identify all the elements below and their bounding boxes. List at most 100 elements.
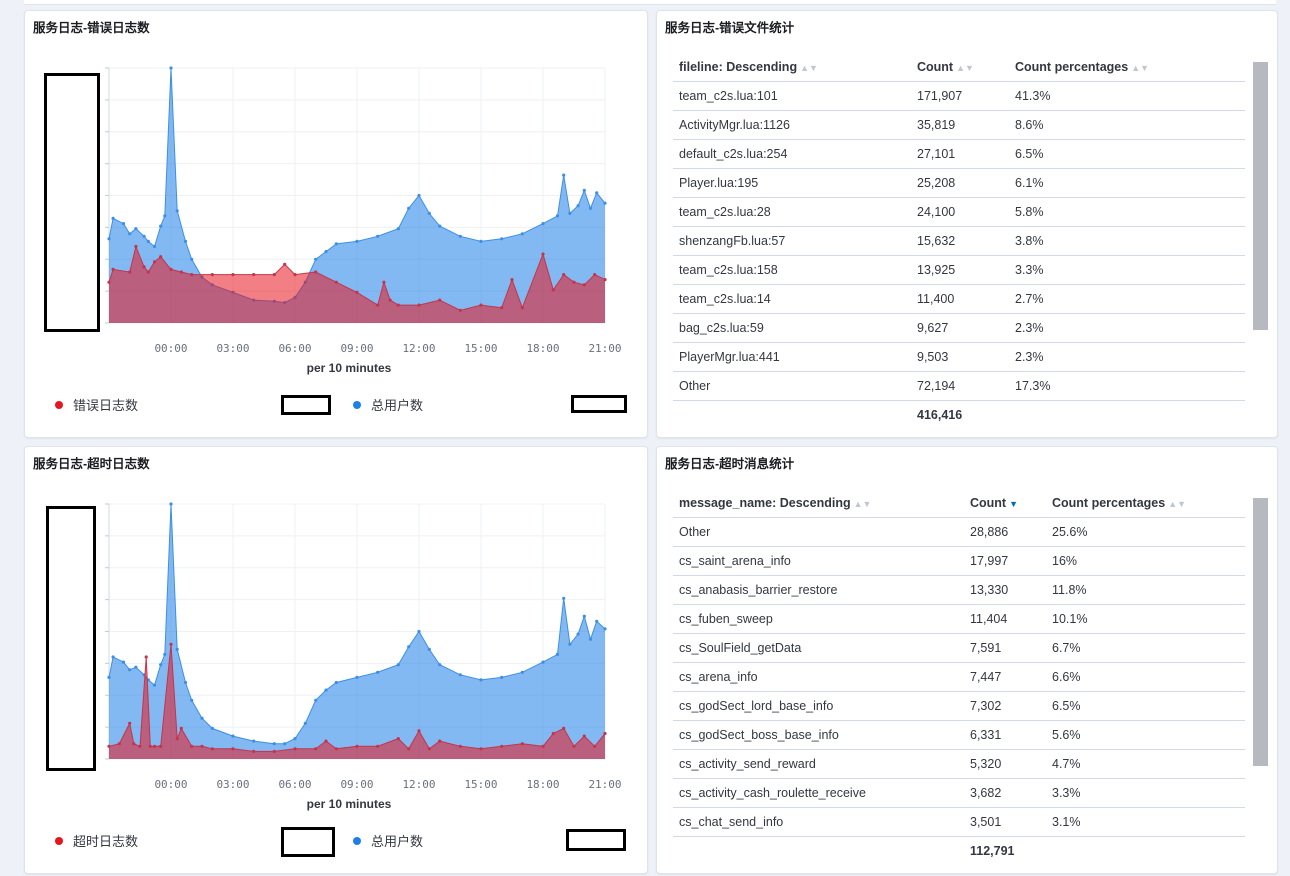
table-row[interactable]: cs_godSect_boss_base_info 6,331 5.6% xyxy=(673,720,1245,750)
data-point xyxy=(396,303,400,307)
table-row[interactable]: cs_chat_send_info 3,501 3.1% xyxy=(673,807,1245,837)
x-tick-label: 09:00 xyxy=(340,342,373,355)
data-point xyxy=(175,737,179,741)
data-point xyxy=(500,675,504,679)
data-point xyxy=(417,729,421,733)
timeout-log-chart[interactable]: 00:00 03:00 06:00 09:00 12:00 15:00 18:00 21:00… xyxy=(25,447,647,817)
data-point xyxy=(603,201,607,205)
data-point xyxy=(107,744,111,748)
data-point xyxy=(576,204,580,208)
data-point xyxy=(603,731,607,736)
table-row[interactable]: cs_anabasis_barrier_restore 13,330 11.8% xyxy=(673,575,1245,605)
table-row[interactable]: cs_SoulField_getData 7,591 6.7% xyxy=(673,633,1245,663)
legend-item-error-count[interactable]: 错误日志数 xyxy=(55,395,138,414)
row-count: 35,819 xyxy=(911,110,1009,140)
x-tick-label: 03:00 xyxy=(216,778,249,791)
redacted-legend-value xyxy=(281,395,331,415)
data-point xyxy=(510,278,514,282)
data-point xyxy=(146,239,150,243)
sort-icon[interactable]: ▲▼ xyxy=(1168,499,1186,509)
data-point xyxy=(500,237,504,241)
row-label: team_c2s.lua:28 xyxy=(673,197,911,227)
redacted-axis-labels xyxy=(46,506,96,771)
legend-item-timeout-count[interactable]: 超时日志数 xyxy=(55,831,138,850)
row-count: 171,907 xyxy=(911,81,1009,111)
data-point xyxy=(593,273,597,277)
legend-item-total-users[interactable]: 总用户数 xyxy=(353,831,423,850)
sort-icon[interactable]: ▲▼ xyxy=(1131,63,1149,73)
table-row[interactable]: cs_saint_arena_info 17,997 16% xyxy=(673,546,1245,576)
table-row[interactable]: cs_activity_send_reward 5,320 4.7% xyxy=(673,749,1245,779)
data-point xyxy=(159,224,163,228)
data-point xyxy=(159,663,163,667)
total-spacer xyxy=(1046,837,1245,866)
data-point xyxy=(334,747,338,751)
table-row[interactable]: cs_godSect_lord_base_info 7,302 6.5% xyxy=(673,691,1245,721)
data-point xyxy=(314,270,318,274)
sort-icon[interactable]: ▲▼ xyxy=(854,499,872,509)
column-header-percentage[interactable]: Count percentages ▲▼ xyxy=(1009,53,1245,82)
top-panel-edge xyxy=(24,0,1276,5)
column-header-message-name[interactable]: message_name: Descending ▲▼ xyxy=(673,489,964,518)
data-point xyxy=(314,747,318,751)
data-point xyxy=(121,660,126,664)
data-point xyxy=(541,252,545,256)
table-row[interactable]: team_c2s.lua:158 13,925 3.3% xyxy=(673,255,1245,285)
data-point xyxy=(396,663,400,667)
sort-icon[interactable]: ▲▼ xyxy=(800,63,818,73)
table-row[interactable]: team_c2s.lua:101 171,907 41.3% xyxy=(673,81,1245,111)
table-row[interactable]: cs_fuben_sweep 11,404 10.1% xyxy=(673,604,1245,634)
data-point xyxy=(314,698,318,702)
table-row[interactable]: team_c2s.lua:28 24,100 5.8% xyxy=(673,197,1245,227)
table-row[interactable]: bag_c2s.lua:59 9,627 2.3% xyxy=(673,313,1245,343)
legend-item-total-users[interactable]: 总用户数 xyxy=(353,395,423,414)
row-percentage: 10.1% xyxy=(1046,604,1245,634)
table-row[interactable]: ActivityMgr.lua:1126 35,819 8.6% xyxy=(673,110,1245,140)
data-point xyxy=(107,237,111,241)
row-percentage: 2.3% xyxy=(1009,313,1245,343)
data-point xyxy=(231,747,235,751)
data-point xyxy=(595,619,599,623)
error-files-table-wrap: fileline: Descending ▲▼ Count ▲▼ Count per… xyxy=(673,53,1245,429)
data-point xyxy=(396,227,400,231)
data-point xyxy=(152,244,157,249)
data-point xyxy=(179,726,183,730)
data-point xyxy=(438,739,442,743)
data-point xyxy=(142,234,146,238)
data-point xyxy=(272,742,276,746)
table-row[interactable]: team_c2s.lua:14 11,400 2.7% xyxy=(673,284,1245,314)
table-row[interactable]: PlayerMgr.lua:441 9,503 2.3% xyxy=(673,342,1245,372)
table-row[interactable]: Player.lua:195 25,208 6.1% xyxy=(673,168,1245,198)
data-point xyxy=(210,747,214,751)
column-header-count[interactable]: Count ▼ xyxy=(964,489,1046,518)
data-point xyxy=(293,273,297,277)
data-point xyxy=(593,744,597,748)
data-point xyxy=(144,655,148,659)
x-tick-label: 06:00 xyxy=(278,778,311,791)
data-point xyxy=(479,747,483,751)
column-header-count[interactable]: Count ▲▼ xyxy=(911,53,1009,82)
table-scrollbar[interactable] xyxy=(1253,498,1268,766)
table-row[interactable]: Other 72,194 17.3% xyxy=(673,371,1245,401)
row-count: 9,503 xyxy=(911,342,1009,372)
data-point xyxy=(582,734,586,738)
row-percentage: 6.7% xyxy=(1046,633,1245,663)
error-log-chart[interactable]: 00:00 03:00 06:00 09:00 12:00 15:00 18:00 21:00… xyxy=(25,11,647,381)
table-row[interactable]: Other 28,886 25.6% xyxy=(673,517,1245,547)
sort-icon[interactable]: ▲▼ xyxy=(956,63,974,73)
row-label: cs_fuben_sweep xyxy=(673,604,964,634)
table-scrollbar[interactable] xyxy=(1253,62,1268,330)
column-header-fileline[interactable]: fileline: Descending ▲▼ xyxy=(673,53,911,82)
data-point xyxy=(324,688,328,692)
sort-descending-icon[interactable]: ▼ xyxy=(1009,499,1018,509)
x-tick-label: 12:00 xyxy=(402,342,435,355)
x-tick-label: 15:00 xyxy=(464,778,497,791)
data-point xyxy=(541,222,545,226)
row-label: default_c2s.lua:254 xyxy=(673,139,911,169)
table-row[interactable]: cs_activity_cash_roulette_receive 3,682 3.… xyxy=(673,778,1245,808)
table-row[interactable]: default_c2s.lua:254 27,101 6.5% xyxy=(673,139,1245,169)
table-row[interactable]: cs_arena_info 7,447 6.6% xyxy=(673,662,1245,692)
table-row[interactable]: shenzangFb.lua:57 15,632 3.8% xyxy=(673,226,1245,256)
row-label: cs_arena_info xyxy=(673,662,964,692)
column-header-percentage[interactable]: Count percentages ▲▼ xyxy=(1046,489,1245,518)
